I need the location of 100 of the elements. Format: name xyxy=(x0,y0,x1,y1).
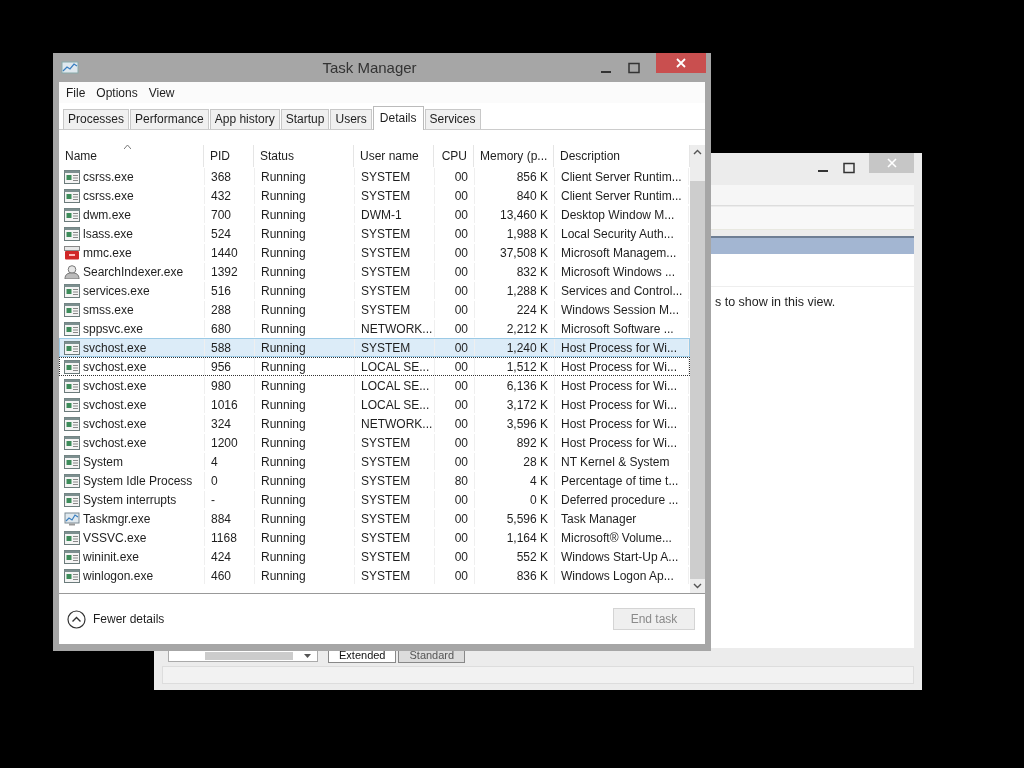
process-name: svchost.exe xyxy=(60,339,205,356)
table-cell: SYSTEM xyxy=(355,339,435,356)
process-name: svchost.exe xyxy=(60,358,205,375)
table-cell: 832 K xyxy=(475,263,555,280)
menu-item[interactable]: Options xyxy=(96,86,138,100)
tab[interactable]: App history xyxy=(209,109,280,129)
table-cell: 00 xyxy=(435,529,475,546)
table-row[interactable]: mmc.exe 1440 Running SYSTEM 00 37,508 K Microsoft Managem... xyxy=(59,243,691,262)
application-icon xyxy=(64,473,80,488)
table-cell: 1,164 K xyxy=(475,529,555,546)
table-cell: 288 xyxy=(205,301,255,318)
table-row[interactable]: dwm.exe 700 Running DWM-1 00 13,460 K Desktop Window M... xyxy=(59,205,691,224)
menu-item[interactable]: View xyxy=(148,86,175,100)
table-cell: 6,136 K xyxy=(475,377,555,394)
column-header[interactable]: Status xyxy=(254,145,354,167)
process-name: System xyxy=(60,453,205,470)
table-row[interactable]: svchost.exe 980 Running LOCAL SE... 00 6,136 K Host Process for Wi... xyxy=(59,376,691,395)
column-header[interactable]: Memory (p... xyxy=(474,145,554,167)
application-icon xyxy=(64,207,80,222)
table-cell: Running xyxy=(255,529,355,546)
table-row[interactable]: System Idle Process 0 Running SYSTEM 80 4 K Percentage of time t... xyxy=(59,471,691,490)
table-cell: 13,460 K xyxy=(475,206,555,223)
application-icon xyxy=(64,340,80,355)
maximize-icon[interactable] xyxy=(843,162,855,174)
table-row[interactable]: VSSVC.exe 1168 Running SYSTEM 00 1,164 K Microsoft® Volume... xyxy=(59,528,691,547)
table-row[interactable]: winlogon.exe 460 Running SYSTEM 00 836 K Windows Logon Ap... xyxy=(59,566,691,585)
table-cell: 28 K xyxy=(475,453,555,470)
column-header[interactable]: PID xyxy=(204,145,254,167)
table-row[interactable]: svchost.exe 1016 Running LOCAL SE... 00 3,172 K Host Process for Wi... xyxy=(59,395,691,414)
scrollbar[interactable] xyxy=(690,145,706,593)
table-cell: Running xyxy=(255,510,355,527)
table-cell: 956 xyxy=(205,358,255,375)
table-cell: 856 K xyxy=(475,168,555,185)
table-cell: Windows Logon Ap... xyxy=(555,567,690,584)
table-cell: Running xyxy=(255,415,355,432)
table-cell: SYSTEM xyxy=(355,434,435,451)
table-cell: Running xyxy=(255,396,355,413)
table-cell: 700 xyxy=(205,206,255,223)
table-cell: Running xyxy=(255,244,355,261)
fewer-details-link[interactable]: Fewer details xyxy=(67,609,165,629)
tab[interactable]: Startup xyxy=(280,109,330,129)
table-row[interactable]: svchost.exe 956 Running LOCAL SE... 00 1,512 K Host Process for Wi... xyxy=(59,357,691,376)
table-row[interactable]: Taskmgr.exe 884 Running SYSTEM 00 5,596 K Task Manager xyxy=(59,509,691,528)
table-cell: 00 xyxy=(435,453,475,470)
tab[interactable]: Users xyxy=(330,109,372,129)
table-cell: Running xyxy=(255,168,355,185)
table-row[interactable]: csrss.exe 432 Running SYSTEM 00 840 K Client Server Runtim... xyxy=(59,186,691,205)
table-row[interactable]: svchost.exe 1200 Running SYSTEM 00 892 K Host Process for Wi... xyxy=(59,433,691,452)
process-name: svchost.exe xyxy=(60,434,205,451)
table-row[interactable]: lsass.exe 524 Running SYSTEM 00 1,988 K Local Security Auth... xyxy=(59,224,691,243)
table-row[interactable]: sppsvc.exe 680 Running NETWORK... 00 2,212 K Microsoft Software ... xyxy=(59,319,691,338)
column-header[interactable]: CPU xyxy=(434,145,474,167)
process-name: svchost.exe xyxy=(60,396,205,413)
table-cell: Running xyxy=(255,453,355,470)
table-row[interactable]: System interrupts - Running SYSTEM 00 0 K Deferred procedure ... xyxy=(59,490,691,509)
table-cell: 00 xyxy=(435,396,475,413)
table-cell: 5,596 K xyxy=(475,510,555,527)
application-icon xyxy=(64,302,80,317)
application-icon xyxy=(64,549,80,564)
tab[interactable]: Processes xyxy=(63,109,130,129)
column-header[interactable]: Name xyxy=(59,145,204,167)
table-cell: Running xyxy=(255,358,355,375)
table-cell: Windows Session M... xyxy=(555,301,690,318)
table-cell: 1440 xyxy=(205,244,255,261)
table-row[interactable]: SearchIndexer.exe 1392 Running SYSTEM 00 832 K Microsoft Windows ... xyxy=(59,262,691,281)
table-cell: Running xyxy=(255,263,355,280)
table-cell: SYSTEM xyxy=(355,301,435,318)
tab[interactable]: Performance xyxy=(130,109,209,129)
table-cell: Deferred procedure ... xyxy=(555,491,690,508)
table-row[interactable]: svchost.exe 588 Running SYSTEM 00 1,240 K Host Process for Wi... xyxy=(59,338,691,357)
table-row[interactable]: System 4 Running SYSTEM 00 28 K NT Kernel & System xyxy=(59,452,691,471)
table-cell: 884 xyxy=(205,510,255,527)
table-cell: 680 xyxy=(205,320,255,337)
tab[interactable]: Services xyxy=(424,109,481,129)
table-row[interactable]: wininit.exe 424 Running SYSTEM 00 552 K Windows Start-Up A... xyxy=(59,547,691,566)
table-cell: Host Process for Wi... xyxy=(555,358,690,375)
caret-icon xyxy=(304,653,311,658)
table-cell: Running xyxy=(255,377,355,394)
table-cell: SYSTEM xyxy=(355,491,435,508)
table-cell: Desktop Window M... xyxy=(555,206,690,223)
close-button[interactable] xyxy=(656,53,706,73)
menu-item[interactable]: File xyxy=(66,86,86,100)
table-cell: 80 xyxy=(435,472,475,489)
table-row[interactable]: csrss.exe 368 Running SYSTEM 00 856 K Client Server Runtim... xyxy=(59,167,691,186)
scroll-down-icon[interactable] xyxy=(693,583,703,589)
toolbox-icon xyxy=(64,245,80,260)
tab[interactable]: Details xyxy=(372,106,424,130)
table-cell: 588 xyxy=(205,339,255,356)
scroll-up-icon[interactable] xyxy=(693,149,703,155)
table-row[interactable]: svchost.exe 324 Running NETWORK... 00 3,596 K Host Process for Wi... xyxy=(59,414,691,433)
table-cell: Windows Start-Up A... xyxy=(555,548,690,565)
table-row[interactable]: smss.exe 288 Running SYSTEM 00 224 K Windows Session M... xyxy=(59,300,691,319)
table-cell: 1016 xyxy=(205,396,255,413)
maximize-icon[interactable] xyxy=(628,61,640,74)
table-row[interactable]: services.exe 516 Running SYSTEM 00 1,288 K Services and Control... xyxy=(59,281,691,300)
application-icon xyxy=(64,283,80,298)
table-cell: SYSTEM xyxy=(355,187,435,204)
table-cell: Percentage of time t... xyxy=(555,472,690,489)
column-header[interactable]: User name xyxy=(354,145,434,167)
process-name: winlogon.exe xyxy=(60,567,205,584)
